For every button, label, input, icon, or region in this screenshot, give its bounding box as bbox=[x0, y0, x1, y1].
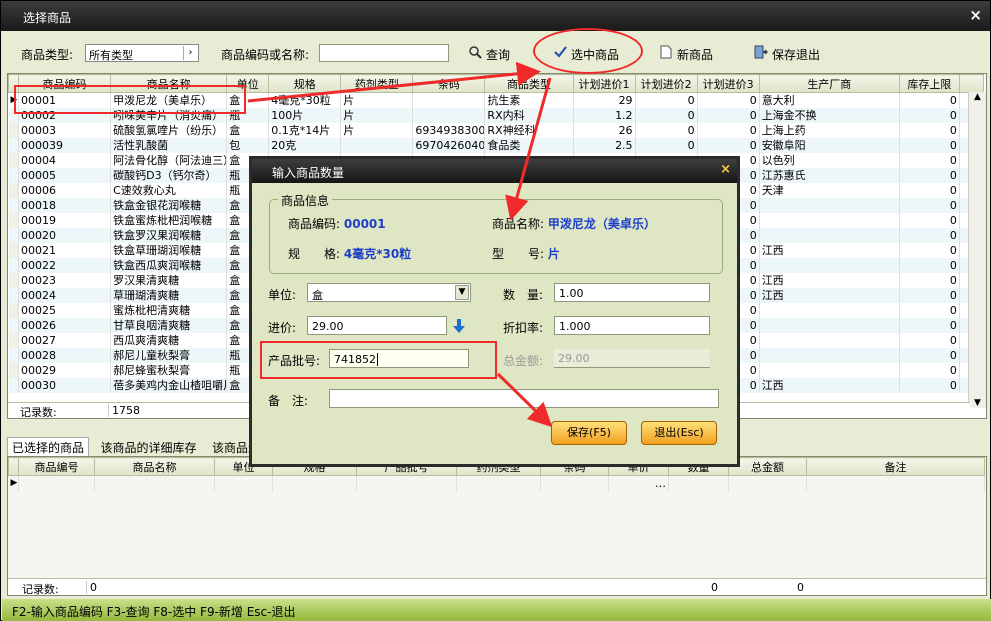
arrow-to-select-button bbox=[247, 61, 541, 103]
arrow-to-product-info bbox=[505, 77, 552, 221]
arrow-to-save-button bbox=[496, 372, 553, 428]
annotation-arrows bbox=[247, 61, 553, 428]
